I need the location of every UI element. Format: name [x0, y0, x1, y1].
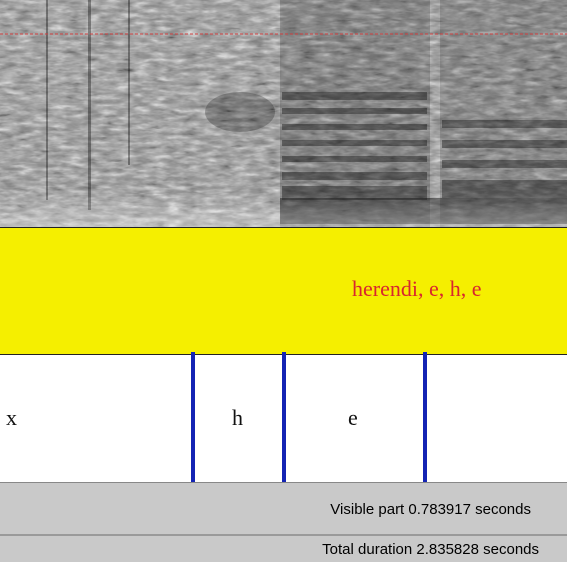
phone-label-x: x — [6, 405, 17, 430]
phone-boundary-3[interactable] — [423, 352, 427, 486]
total-duration-bar[interactable]: Total duration 2.835828 seconds — [0, 534, 567, 562]
annotation-editor: herendi, e, h, e x h e Visible part 0.78… — [0, 0, 567, 562]
spectrogram[interactable] — [0, 0, 567, 227]
total-duration-text: Total duration 2.835828 seconds — [322, 541, 539, 558]
phone-boundary-2[interactable] — [282, 352, 286, 486]
word-label: herendi, e, h, e — [352, 276, 482, 301]
phone-label-e: e — [348, 405, 358, 430]
phone-boundary-1[interactable] — [191, 352, 195, 486]
phone-label-h: h — [232, 405, 243, 430]
visible-part-bar[interactable]: Visible part 0.783917 seconds — [0, 482, 567, 534]
visible-part-text: Visible part 0.783917 seconds — [330, 501, 531, 518]
phone-tier[interactable]: x h e — [0, 352, 567, 486]
word-tier[interactable]: herendi, e, h, e — [0, 227, 567, 354]
